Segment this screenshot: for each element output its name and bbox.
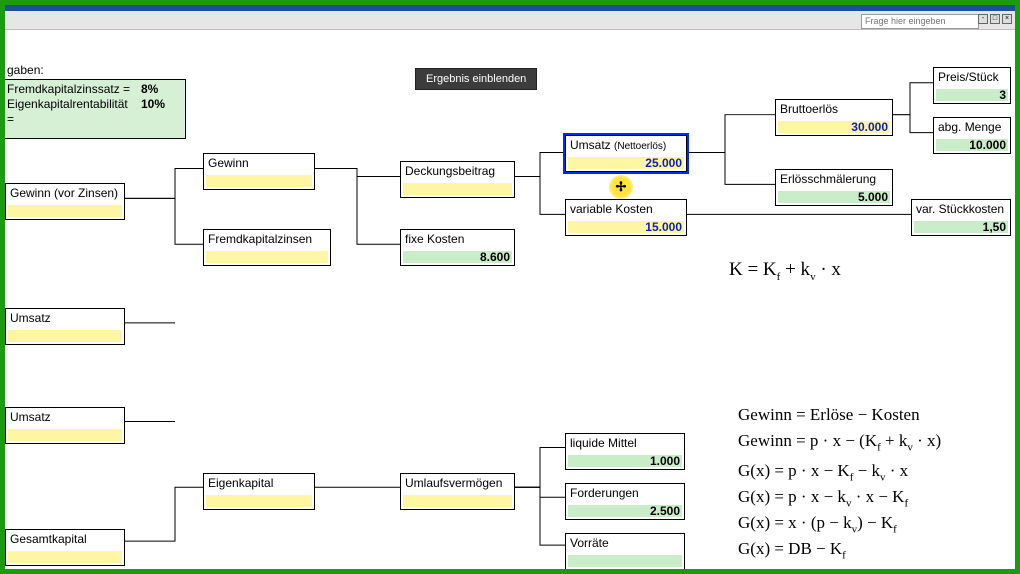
node-title: Bruttoerlös xyxy=(776,100,892,119)
node-title: Forderungen xyxy=(566,484,684,503)
node-title: Eigenkapital xyxy=(204,474,314,493)
formula-g3: G(x) = x · (p − kv) − Kf xyxy=(738,513,897,535)
node-eigenkapital[interactable]: Eigenkapital xyxy=(203,473,315,510)
node-liquide-mittel[interactable]: liquide Mittel 1.000 xyxy=(565,433,685,470)
window-min-icon[interactable]: - xyxy=(978,14,988,24)
node-fremdkapitalzinsen[interactable]: Fremdkapitalzinsen xyxy=(203,229,331,266)
node-title: abg. Menge xyxy=(934,118,1010,137)
node-title: fixe Kosten xyxy=(401,230,514,249)
input-value: 8% xyxy=(141,82,181,97)
question-input[interactable] xyxy=(861,14,979,29)
ergebnis-button[interactable]: Ergebnis einblenden xyxy=(415,68,537,90)
node-var-stueckkosten[interactable]: var. Stückkosten 1,50 xyxy=(911,199,1011,236)
node-value: 15.000 xyxy=(645,220,682,234)
node-value: 8.600 xyxy=(480,250,510,264)
input-value: 10% xyxy=(141,97,181,127)
formula-k: K = Kf + kv · x xyxy=(729,259,841,283)
input-label: Fremdkapitalzinssatz = xyxy=(7,82,137,97)
cursor-highlight-icon: ✢ xyxy=(609,175,633,199)
node-title: Umsatz xyxy=(6,408,124,427)
node-value: 25.000 xyxy=(645,156,682,170)
input-label: Eigenkapitalrentabilität = xyxy=(7,97,137,127)
node-title: variable Kosten xyxy=(566,200,686,219)
node-value: 30.000 xyxy=(851,120,888,134)
node-vorraete[interactable]: Vorräte xyxy=(565,533,685,569)
node-value: 3 xyxy=(999,88,1006,102)
node-umlaufvermoegen[interactable]: Umlaufsvermögen xyxy=(400,473,515,510)
node-bruttoerloes[interactable]: Bruttoerlös 30.000 xyxy=(775,99,893,136)
window-max-icon[interactable]: □ xyxy=(990,14,1000,24)
formula-g2: G(x) = p · x − kv · x − Kf xyxy=(738,487,908,509)
node-fixe-kosten[interactable]: fixe Kosten 8.600 xyxy=(400,229,515,266)
node-umsatz[interactable]: Umsatz (Nettoerlös) 25.000 xyxy=(565,135,687,172)
formula-gewinn-1: Gewinn = Erlöse − Kosten xyxy=(738,405,920,425)
window-controls: - □ × xyxy=(978,14,1012,24)
formula-gewinn-2: Gewinn = p · x − (Kf + kv · x) xyxy=(738,431,941,453)
input-row-fk-zins: Fremdkapitalzinssatz = 8% xyxy=(7,82,185,97)
node-umsatz-3[interactable]: Umsatz xyxy=(5,407,125,444)
node-value: 5.000 xyxy=(858,190,888,204)
node-title: Umsatz (Nettoerlös) xyxy=(566,136,686,155)
node-title: Umlaufsvermögen xyxy=(401,474,514,493)
node-abg-menge[interactable]: abg. Menge 10.000 xyxy=(933,117,1011,154)
node-title: Gewinn (vor Zinsen) xyxy=(6,184,124,203)
node-title: var. Stückkosten xyxy=(912,200,1010,219)
node-gewinn-vor-zinsen[interactable]: Gewinn (vor Zinsen) xyxy=(5,183,125,220)
node-preis-stueck[interactable]: Preis/Stück 3 xyxy=(933,67,1011,104)
node-title: Fremdkapitalzinsen xyxy=(204,230,330,249)
node-title: Gewinn xyxy=(204,154,314,173)
node-value: 1.000 xyxy=(650,454,680,468)
node-erloesschmaelerung[interactable]: Erlösschmälerung 5.000 xyxy=(775,169,893,206)
node-title: Erlösschmälerung xyxy=(776,170,892,189)
node-gewinn[interactable]: Gewinn xyxy=(203,153,315,190)
formula-g4: G(x) = DB − Kf xyxy=(738,539,846,561)
node-value: 1,50 xyxy=(983,220,1006,234)
node-title: Gesamtkapital xyxy=(6,530,124,549)
node-title: liquide Mittel xyxy=(566,434,684,453)
node-deckungsbeitrag[interactable]: Deckungsbeitrag xyxy=(400,161,515,198)
node-value: 2.500 xyxy=(650,504,680,518)
inputs-heading: gaben: xyxy=(7,63,44,77)
node-variable-kosten[interactable]: variable Kosten 15.000 xyxy=(565,199,687,236)
window-close-icon[interactable]: × xyxy=(1002,14,1012,24)
diagram-canvas: gaben: Fremdkapitalzinssatz = 8% Eigenka… xyxy=(5,31,1015,569)
node-forderungen[interactable]: Forderungen 2.500 xyxy=(565,483,685,520)
app-frame: - □ × xyxy=(0,0,1020,574)
formula-g1: G(x) = p · x − Kf − kv · x xyxy=(738,461,908,483)
node-umsatz-2[interactable]: Umsatz xyxy=(5,308,125,345)
node-title: Preis/Stück xyxy=(934,68,1010,87)
node-value: 10.000 xyxy=(969,138,1006,152)
inputs-panel: Fremdkapitalzinssatz = 8% Eigenkapitalre… xyxy=(5,79,186,139)
node-title: Deckungsbeitrag xyxy=(401,162,514,181)
node-title: Vorräte xyxy=(566,534,684,553)
node-title: Umsatz xyxy=(6,309,124,328)
node-gesamtkapital[interactable]: Gesamtkapital xyxy=(5,529,125,566)
input-row-ek-rent: Eigenkapitalrentabilität = 10% xyxy=(7,97,185,127)
